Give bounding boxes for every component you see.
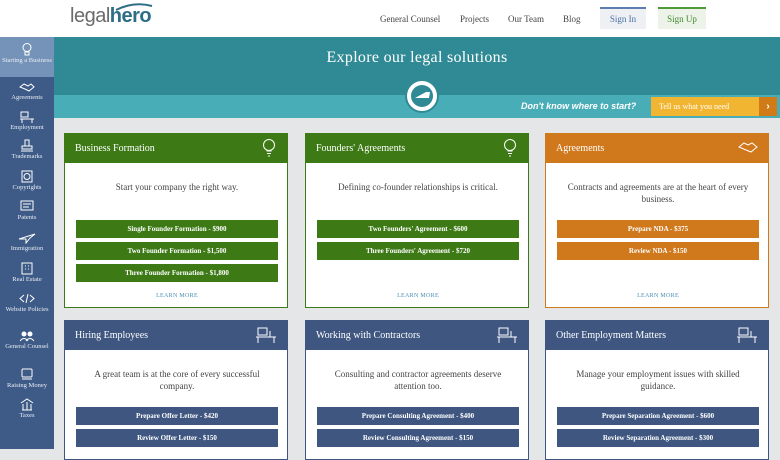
desk-icon <box>20 111 34 123</box>
card-title: Hiring Employees <box>75 329 149 341</box>
review-nda-button[interactable]: Review NDA - $150 <box>557 242 759 260</box>
sign-in-button[interactable]: Sign In <box>600 7 646 29</box>
sidebar: Starting a Business Agreements Employmen… <box>0 37 54 449</box>
card-description: Start your company the right way. <box>115 182 239 192</box>
card-description: A great team is at the core of every suc… <box>94 369 260 391</box>
three-founder-formation-button[interactable]: Three Founder Formation - $1,800 <box>76 264 278 282</box>
logo-swoosh-icon <box>115 3 153 11</box>
sidebar-item-starting-business[interactable]: Starting a Business <box>0 37 54 77</box>
handshake-icon <box>19 83 35 92</box>
sidebar-item-general-counsel[interactable]: General Counsel <box>0 330 54 360</box>
handshake-icon <box>738 142 758 153</box>
sign-up-button[interactable]: Sign Up <box>658 7 706 29</box>
sidebar-item-trademarks[interactable]: Trademarks <box>0 139 54 165</box>
people-icon <box>19 331 35 342</box>
prepare-consulting-agreement-button[interactable]: Prepare Consulting Agreement - $400 <box>317 407 519 425</box>
tell-us-input[interactable]: Tell us what you need <box>651 97 759 116</box>
code-icon <box>19 293 35 304</box>
prepare-nda-button[interactable]: Prepare NDA - $375 <box>557 220 759 238</box>
lightbulb-icon <box>504 139 516 157</box>
hero-badge-icon <box>405 79 439 113</box>
card-description: Defining co-founder relationships is cri… <box>338 182 498 192</box>
learn-more-link[interactable]: LEARN MORE <box>546 293 770 299</box>
desk-icon <box>737 327 757 343</box>
card-description: Manage your employment issues with skill… <box>576 369 740 391</box>
two-founders-agreement-button[interactable]: Two Founders' Agreement - $600 <box>317 220 519 238</box>
card-other-employment-matters: Other Employment Matters Manage your emp… <box>545 320 769 460</box>
two-founder-formation-button[interactable]: Two Founder Formation - $1,500 <box>76 242 278 260</box>
review-offer-letter-button[interactable]: Review Offer Letter - $150 <box>76 429 278 447</box>
sidebar-item-real-estate[interactable]: Real Estate <box>0 262 54 288</box>
tell-us-arrow-button[interactable]: › <box>759 97 777 116</box>
top-navbar: legalhero General Counsel Projects Our T… <box>0 0 780 37</box>
learn-more-link[interactable]: LEARN MORE <box>65 293 289 299</box>
card-agreements: Agreements Contracts and agreements are … <box>545 133 769 308</box>
card-description: Contracts and agreements are at the hear… <box>567 182 749 204</box>
sidebar-item-copyrights[interactable]: Copyrights <box>0 170 54 196</box>
card-hiring-employees: Hiring Employees A great team is at the … <box>64 320 288 460</box>
learn-more-link[interactable]: LEARN MORE <box>306 293 530 299</box>
card-founders-agreements: Founders' Agreements Defining co-founder… <box>305 133 529 308</box>
card-business-formation: Business Formation Start your company th… <box>64 133 288 308</box>
nav-blog[interactable]: Blog <box>563 14 581 24</box>
card-title: Founders' Agreements <box>316 142 406 154</box>
sidebar-item-patents[interactable]: Patents <box>0 200 54 226</box>
help-question: Don't know where to start? <box>521 101 637 111</box>
patent-icon <box>20 200 34 211</box>
prepare-offer-letter-button[interactable]: Prepare Offer Letter - $420 <box>76 407 278 425</box>
lightbulb-icon <box>263 139 275 157</box>
review-consulting-agreement-button[interactable]: Review Consulting Agreement - $150 <box>317 429 519 447</box>
plane-icon <box>18 233 36 244</box>
taxes-icon <box>20 398 34 411</box>
stamp-icon <box>21 139 33 152</box>
sidebar-item-immigration[interactable]: Immigration <box>0 231 54 257</box>
three-founders-agreement-button[interactable]: Three Founders' Agreement - $720 <box>317 242 519 260</box>
nav-our-team[interactable]: Our Team <box>508 14 544 24</box>
sidebar-item-agreements[interactable]: Agreements <box>0 81 54 105</box>
prepare-separation-agreement-button[interactable]: Prepare Separation Agreement - $600 <box>557 407 759 425</box>
card-title: Other Employment Matters <box>556 329 666 341</box>
card-title: Agreements <box>556 142 605 154</box>
nav-projects[interactable]: Projects <box>460 14 489 24</box>
desk-icon <box>256 327 276 343</box>
copyright-icon <box>21 170 33 183</box>
sidebar-item-raising-money[interactable]: Raising Money <box>0 368 54 394</box>
nav-general-counsel[interactable]: General Counsel <box>380 14 440 24</box>
desk-icon <box>497 327 517 343</box>
hero-banner: Explore our legal solutions Don't know w… <box>54 37 780 118</box>
single-founder-formation-button[interactable]: Single Founder Formation - $900 <box>76 220 278 238</box>
building-icon <box>21 262 33 275</box>
sidebar-item-taxes[interactable]: Taxes <box>0 398 54 424</box>
card-title: Working with Contractors <box>316 329 421 341</box>
sidebar-item-employment[interactable]: Employment <box>0 110 54 136</box>
card-description: Consulting and contractor agreements des… <box>334 369 502 391</box>
sidebar-item-website-policies[interactable]: Website Policies <box>0 292 54 322</box>
review-separation-agreement-button[interactable]: Review Separation Agreement - $300 <box>557 429 759 447</box>
money-icon <box>21 368 33 380</box>
card-title: Business Formation <box>75 142 155 154</box>
page-title: Explore our legal solutions <box>326 49 508 66</box>
logo[interactable]: legalhero <box>70 3 153 28</box>
lightbulb-icon <box>22 43 32 56</box>
card-working-with-contractors: Working with Contractors Consulting and … <box>305 320 529 460</box>
